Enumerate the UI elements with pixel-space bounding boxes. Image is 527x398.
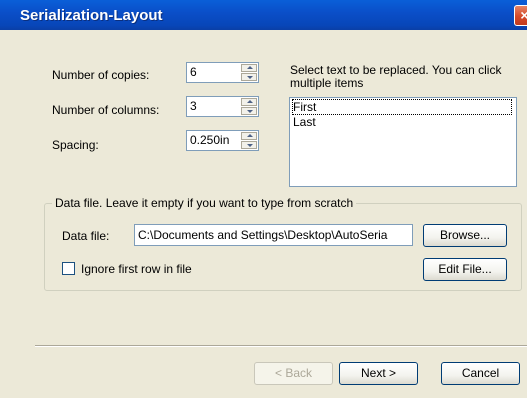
window-title: Serialization-Layout (20, 7, 163, 24)
footer-separator (35, 345, 527, 347)
cancel-button[interactable]: Cancel (441, 362, 520, 385)
next-button[interactable]: Next > (339, 362, 418, 385)
list-item[interactable]: Last (293, 115, 316, 129)
title-bar: Serialization-Layout × (0, 0, 527, 30)
columns-down-arrow-icon[interactable] (241, 107, 257, 115)
columns-value[interactable]: 3 (190, 99, 197, 113)
datafile-label: Data file: (62, 229, 110, 243)
columns-up-arrow-icon[interactable] (241, 98, 257, 106)
datafile-value[interactable]: C:\Documents and Settings\Desktop\AutoSe… (138, 228, 387, 242)
spacing-spinner[interactable]: 0.250in (186, 130, 259, 151)
datafile-group-title: Data file. Leave it empty if you want to… (52, 196, 357, 210)
columns-label: Number of columns: (52, 103, 160, 117)
edit-file-button[interactable]: Edit File... (423, 258, 507, 281)
replace-listbox[interactable]: First Last (289, 97, 517, 187)
spacing-up-arrow-icon[interactable] (241, 132, 257, 140)
list-item[interactable]: First (292, 99, 512, 115)
copies-up-arrow-icon[interactable] (241, 64, 257, 72)
copies-value[interactable]: 6 (190, 65, 197, 79)
replace-instruction: Select text to be replaced. You can clic… (290, 63, 502, 90)
datafile-input[interactable]: C:\Documents and Settings\Desktop\AutoSe… (134, 224, 413, 246)
close-icon: × (520, 7, 527, 23)
spacing-value[interactable]: 0.250in (190, 133, 229, 147)
copies-down-arrow-icon[interactable] (241, 73, 257, 81)
spacing-down-arrow-icon[interactable] (241, 141, 257, 149)
close-button[interactable]: × (514, 5, 527, 26)
back-button[interactable]: < Back (254, 362, 333, 385)
ignore-first-row-label[interactable]: Ignore first row in file (81, 262, 192, 276)
ignore-first-row-checkbox[interactable] (62, 262, 75, 275)
spacing-label: Spacing: (52, 138, 99, 152)
browse-button[interactable]: Browse... (423, 224, 507, 247)
columns-spinner[interactable]: 3 (186, 96, 259, 117)
copies-spinner[interactable]: 6 (186, 62, 259, 83)
copies-label: Number of copies: (52, 68, 150, 82)
